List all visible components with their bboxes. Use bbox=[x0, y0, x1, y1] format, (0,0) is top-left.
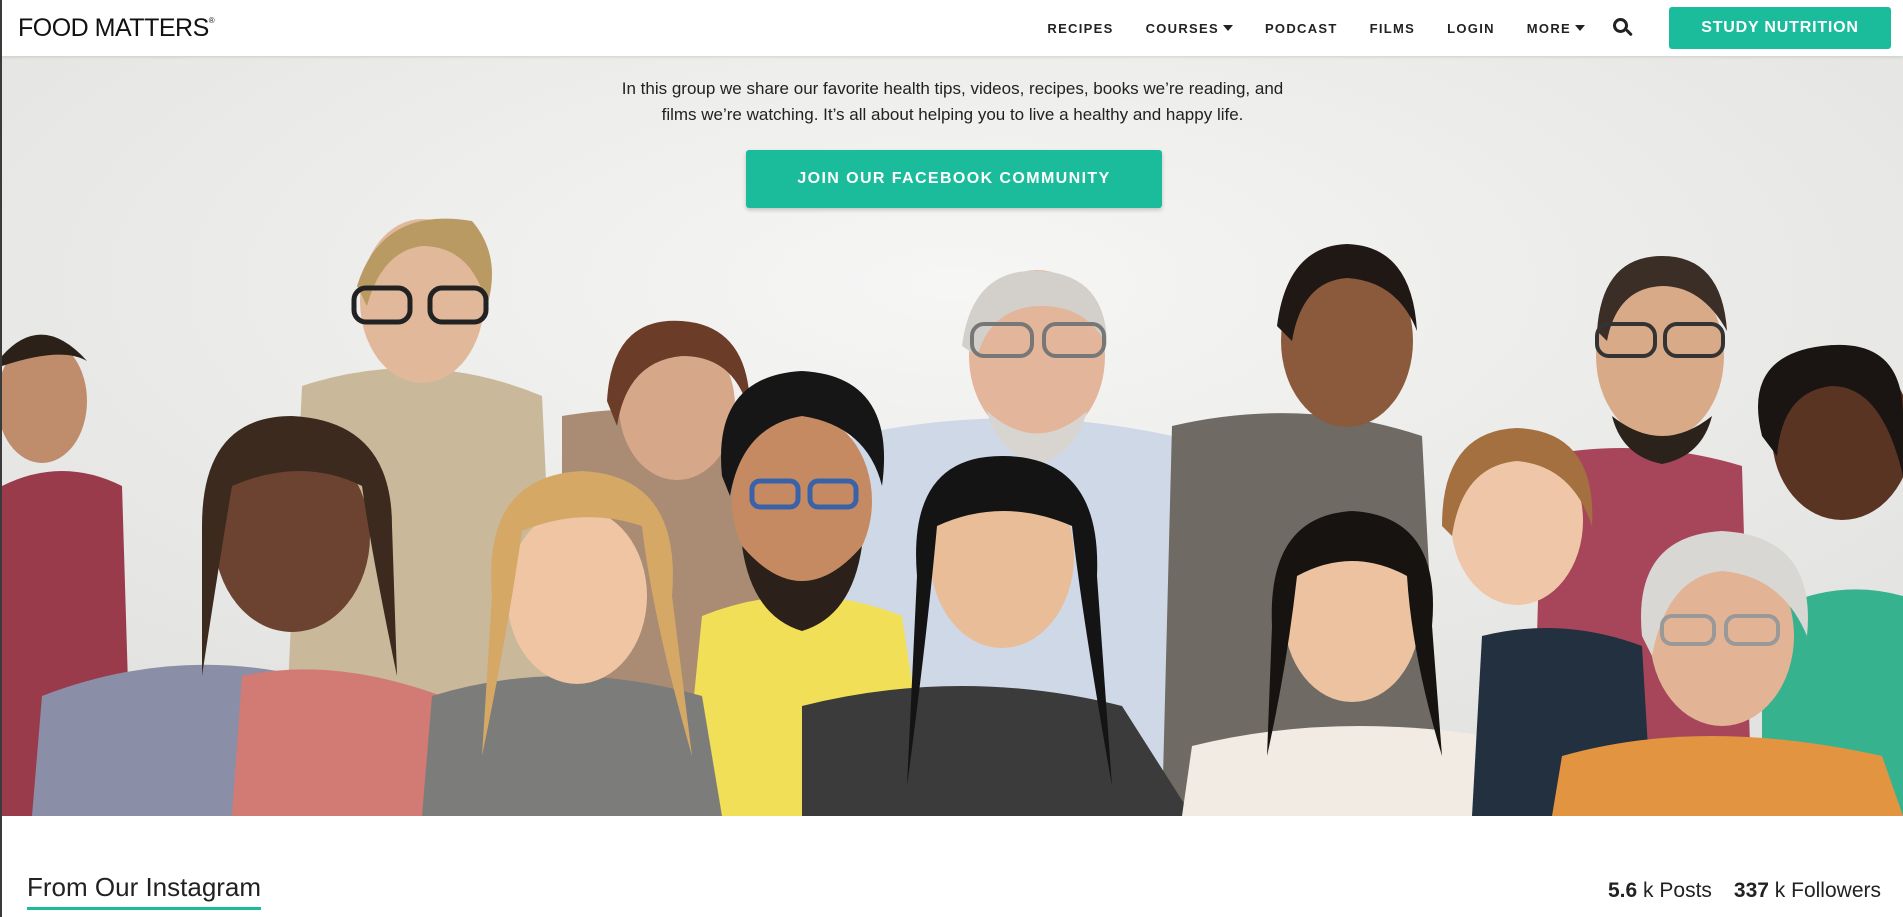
hero-description-line-2: films we’re watching. It’s all about hel… bbox=[661, 105, 1244, 124]
hero-section: In this group we share our favorite heal… bbox=[2, 56, 1903, 816]
nav-courses-label: COURSES bbox=[1145, 20, 1219, 36]
site-header: FOOD MATTERS® RECIPES COURSES PODCAST FI… bbox=[2, 0, 1903, 56]
posts-label: k Posts bbox=[1643, 879, 1712, 902]
nav-courses[interactable]: COURSES bbox=[1146, 21, 1233, 36]
instagram-posts-stat: 5.6 k Posts bbox=[1608, 879, 1712, 903]
instagram-section-title: From Our Instagram bbox=[27, 872, 262, 910]
join-facebook-community-button[interactable]: JOIN OUR FACEBOOK COMMUNITY bbox=[746, 150, 1162, 208]
instagram-stats: 5.6 k Posts 337 k Followers bbox=[1586, 879, 1881, 903]
nav-films[interactable]: FILMS bbox=[1370, 21, 1416, 36]
page: FOOD MATTERS® RECIPES COURSES PODCAST FI… bbox=[0, 0, 1903, 917]
hero-description-line-1: In this group we share our favorite heal… bbox=[621, 79, 1284, 98]
nav-podcast[interactable]: PODCAST bbox=[1265, 21, 1338, 36]
followers-count: 337 bbox=[1733, 879, 1769, 902]
study-nutrition-button[interactable]: STUDY NUTRITION bbox=[1669, 7, 1891, 49]
search-icon[interactable] bbox=[1613, 18, 1633, 38]
posts-count: 5.6 bbox=[1608, 879, 1638, 902]
registered-mark: ® bbox=[208, 16, 215, 25]
food-matters-logo[interactable]: FOOD MATTERS® bbox=[18, 14, 215, 43]
nav-recipes[interactable]: RECIPES bbox=[1047, 21, 1113, 36]
main-nav: RECIPES COURSES PODCAST FILMS LOGIN MORE… bbox=[1015, 0, 1891, 56]
nav-more-label: MORE bbox=[1526, 20, 1571, 36]
logo-text: FOOD MATTERS bbox=[18, 14, 209, 42]
caret-down-icon bbox=[1575, 25, 1585, 31]
instagram-followers-stat: 337 k Followers bbox=[1734, 879, 1881, 903]
followers-label: k Followers bbox=[1774, 879, 1881, 902]
nav-more[interactable]: MORE bbox=[1527, 21, 1585, 36]
hero-description: In this group we share our favorite heal… bbox=[2, 76, 1903, 128]
nav-login[interactable]: LOGIN bbox=[1447, 21, 1495, 36]
caret-down-icon bbox=[1222, 25, 1233, 31]
